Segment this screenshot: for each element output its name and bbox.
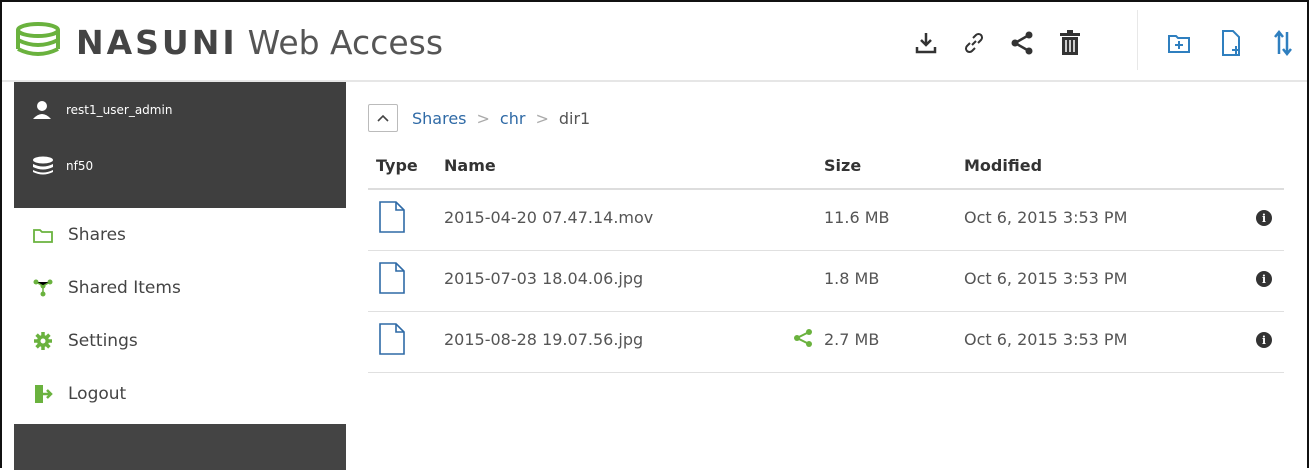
share-icon: [1011, 31, 1033, 55]
link-icon: [964, 32, 984, 54]
sidebar-item-label: Shares: [68, 224, 126, 245]
column-header-size[interactable]: Size: [824, 156, 861, 175]
breadcrumb-separator: >: [535, 108, 549, 128]
file-size: 1.8 MB: [824, 269, 880, 288]
info-icon[interactable]: i: [1256, 271, 1272, 287]
sidebar-item-label: Shared Items: [68, 277, 181, 298]
info-icon[interactable]: i: [1256, 332, 1272, 348]
file-icon: [379, 201, 405, 233]
new-folder-icon: [1168, 35, 1190, 53]
breadcrumb-separator: >: [476, 108, 490, 128]
sidebar-item-logout[interactable]: Logout: [14, 367, 346, 420]
gear-icon: [32, 330, 54, 352]
breadcrumb-chr[interactable]: chr: [500, 109, 526, 128]
nasuni-logo-icon: [16, 22, 60, 56]
sidebar-item-label: Logout: [68, 383, 127, 404]
file-icon: [379, 323, 405, 355]
user-row: rest1_user_admin: [14, 82, 346, 138]
new-file-button[interactable]: [1212, 24, 1250, 62]
username: rest1_user_admin: [66, 103, 173, 117]
logo: NASUNI Web Access: [14, 22, 443, 62]
toolbar-right: [1160, 24, 1309, 62]
filer-name: nf50: [66, 159, 94, 173]
new-folder-button[interactable]: [1160, 24, 1198, 62]
main-content: Shares > chr > dir1 Type Name Size Modif…: [346, 82, 1306, 470]
column-header-modified[interactable]: Modified: [964, 156, 1042, 175]
database-icon: [32, 155, 54, 177]
file-size: 2.7 MB: [824, 330, 880, 349]
file-icon: [379, 262, 405, 294]
chevron-up-icon: [377, 114, 389, 122]
new-file-icon: [1222, 30, 1240, 56]
info-icon[interactable]: i: [1256, 210, 1272, 226]
folder-icon: [32, 224, 54, 246]
sidebar: rest1_user_admin nf50 Shares Shared Item…: [14, 82, 346, 470]
link-button[interactable]: [955, 24, 993, 62]
table-header: Type Name Size Modified: [368, 152, 1284, 190]
breadcrumb-shares[interactable]: Shares: [412, 109, 467, 128]
file-modified: Oct 6, 2015 3:53 PM: [964, 330, 1128, 349]
app-header: NASUNI Web Access: [2, 2, 1307, 82]
user-info: rest1_user_admin nf50: [14, 82, 346, 208]
logout-icon: [32, 383, 54, 405]
download-button[interactable]: [907, 24, 945, 62]
shared-icon: [794, 329, 812, 347]
shared-items-icon: [32, 277, 54, 299]
breadcrumb-current: dir1: [558, 108, 591, 128]
table-row[interactable]: 2015-07-03 18.04.06.jpg 1.8 MB Oct 6, 20…: [368, 251, 1284, 312]
sidebar-item-label: Settings: [68, 330, 138, 351]
breadcrumb: Shares > chr > dir1: [368, 104, 590, 132]
file-name[interactable]: 2015-07-03 18.04.06.jpg: [444, 269, 643, 288]
column-header-type[interactable]: Type: [376, 156, 418, 175]
sort-icon: [1274, 29, 1292, 57]
share-button[interactable]: [1003, 24, 1041, 62]
sidebar-item-settings[interactable]: Settings: [14, 314, 346, 367]
file-name[interactable]: 2015-04-20 07.47.14.mov: [444, 208, 653, 227]
download-icon: [915, 33, 937, 54]
file-modified: Oct 6, 2015 3:53 PM: [964, 208, 1128, 227]
toolbar: [907, 24, 1099, 62]
up-button[interactable]: [368, 104, 398, 132]
user-icon: [32, 99, 54, 121]
filer-row: nf50: [14, 138, 346, 194]
delete-button[interactable]: [1051, 24, 1089, 62]
sort-button[interactable]: [1264, 24, 1302, 62]
sidebar-item-shares[interactable]: Shares: [14, 208, 346, 261]
sidebar-item-shared-items[interactable]: Shared Items: [14, 261, 346, 314]
file-name[interactable]: 2015-08-28 19.07.56.jpg: [444, 330, 643, 349]
sidebar-nav: Shares Shared Items Settings Logout: [14, 208, 346, 424]
table-row[interactable]: 2015-08-28 19.07.56.jpg 2.7 MB Oct 6, 20…: [368, 312, 1284, 373]
trash-icon: [1060, 30, 1080, 55]
toolbar-separator: [1137, 10, 1138, 70]
file-modified: Oct 6, 2015 3:53 PM: [964, 269, 1128, 288]
column-header-name[interactable]: Name: [444, 156, 496, 175]
table-row[interactable]: 2015-04-20 07.47.14.mov 11.6 MB Oct 6, 2…: [368, 190, 1284, 251]
file-size: 11.6 MB: [824, 208, 890, 227]
brand-name: NASUNI: [76, 22, 238, 62]
product-name: Web Access: [247, 22, 444, 62]
